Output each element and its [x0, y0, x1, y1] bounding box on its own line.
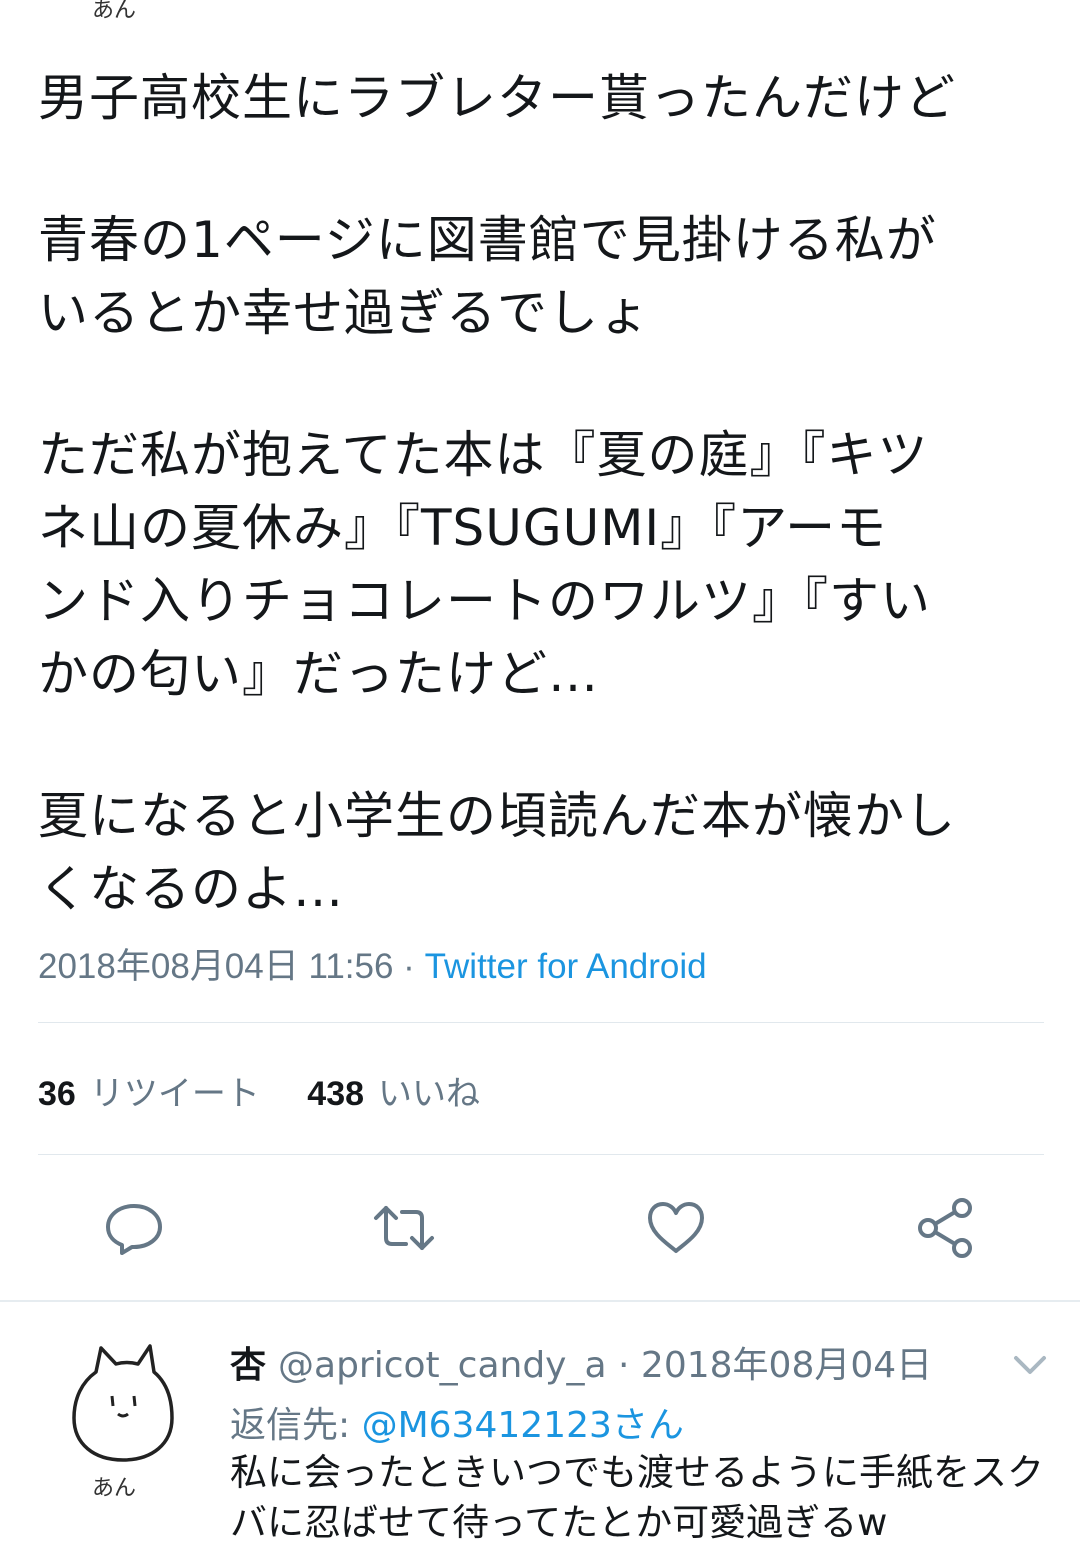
like-count: 438: [307, 1075, 365, 1113]
section-divider: [0, 1300, 1080, 1302]
share-button[interactable]: [914, 1196, 978, 1260]
retweet-label: リツイート: [89, 1075, 260, 1113]
reply-date[interactable]: 2018年08月04日: [641, 1345, 932, 1386]
top-avatar-label: あん: [92, 0, 137, 23]
divider: [38, 1022, 1044, 1023]
tweet-paragraph: 青春の1ページに図書館で見掛ける私が いるとか幸せ過ぎるでしょ: [38, 211, 937, 342]
reply-icon: [106, 1204, 162, 1255]
reply-to-mention[interactable]: @M63412123さん: [362, 1405, 684, 1446]
reply-to-line: 返信先: @M63412123さん: [230, 1396, 684, 1448]
retweet-icon: [374, 1206, 434, 1250]
tweet-meta: 2018年08月04日 11:56 · Twitter for Android: [38, 938, 707, 989]
tweet-timestamp[interactable]: 2018年08月04日 11:56: [38, 947, 393, 986]
reply-to-label: 返信先:: [230, 1405, 351, 1446]
tweet-body: 男子高校生にラブレター貰ったんだけど 青春の1ページに図書館で見掛ける私が いる…: [38, 62, 1048, 926]
retweet-stat[interactable]: 36 リツイート: [38, 1075, 260, 1113]
tweet-source-link[interactable]: Twitter for Android: [425, 947, 707, 986]
reply-author-name[interactable]: 杏: [230, 1345, 266, 1386]
retweet-button[interactable]: [372, 1196, 436, 1260]
heart-icon: [648, 1202, 704, 1253]
meta-separator: ·: [403, 947, 415, 986]
tweet-paragraph: 男子高校生にラブレター貰ったんだけど: [38, 69, 956, 127]
like-stat[interactable]: 438 いいね: [307, 1075, 480, 1113]
tweet-paragraph: 夏になると小学生の頃読んだ本が懐かし くなるのよ…: [38, 787, 956, 918]
tweet-paragraph: ただ私が抱えてた本は『夏の庭』『キツ ネ山の夏休み』『TSUGUMI』『アーモ …: [38, 426, 931, 703]
share-icon: [918, 1198, 972, 1258]
reply-separator: ·: [618, 1345, 630, 1386]
reply-text: 私に会ったときいつでも渡せるように手紙をスクバに忍ばせて待ってたとか可愛過ぎるw: [230, 1451, 1044, 1544]
reply-avatar[interactable]: あん: [68, 1342, 178, 1502]
reply-avatar-label: あん: [92, 1476, 137, 1501]
tweet-stats: 36 リツイート 438 いいね: [38, 1066, 518, 1115]
retweet-count: 36: [38, 1075, 76, 1113]
like-button[interactable]: [644, 1196, 708, 1260]
divider: [38, 1154, 1044, 1155]
chevron-down-icon[interactable]: [1012, 1350, 1048, 1380]
reply-button[interactable]: [102, 1196, 166, 1260]
reply-header: 杏 @apricot_candy_a · 2018年08月04日: [230, 1336, 932, 1388]
like-label: いいね: [378, 1075, 481, 1113]
reply-handle[interactable]: @apricot_candy_a: [278, 1345, 607, 1386]
